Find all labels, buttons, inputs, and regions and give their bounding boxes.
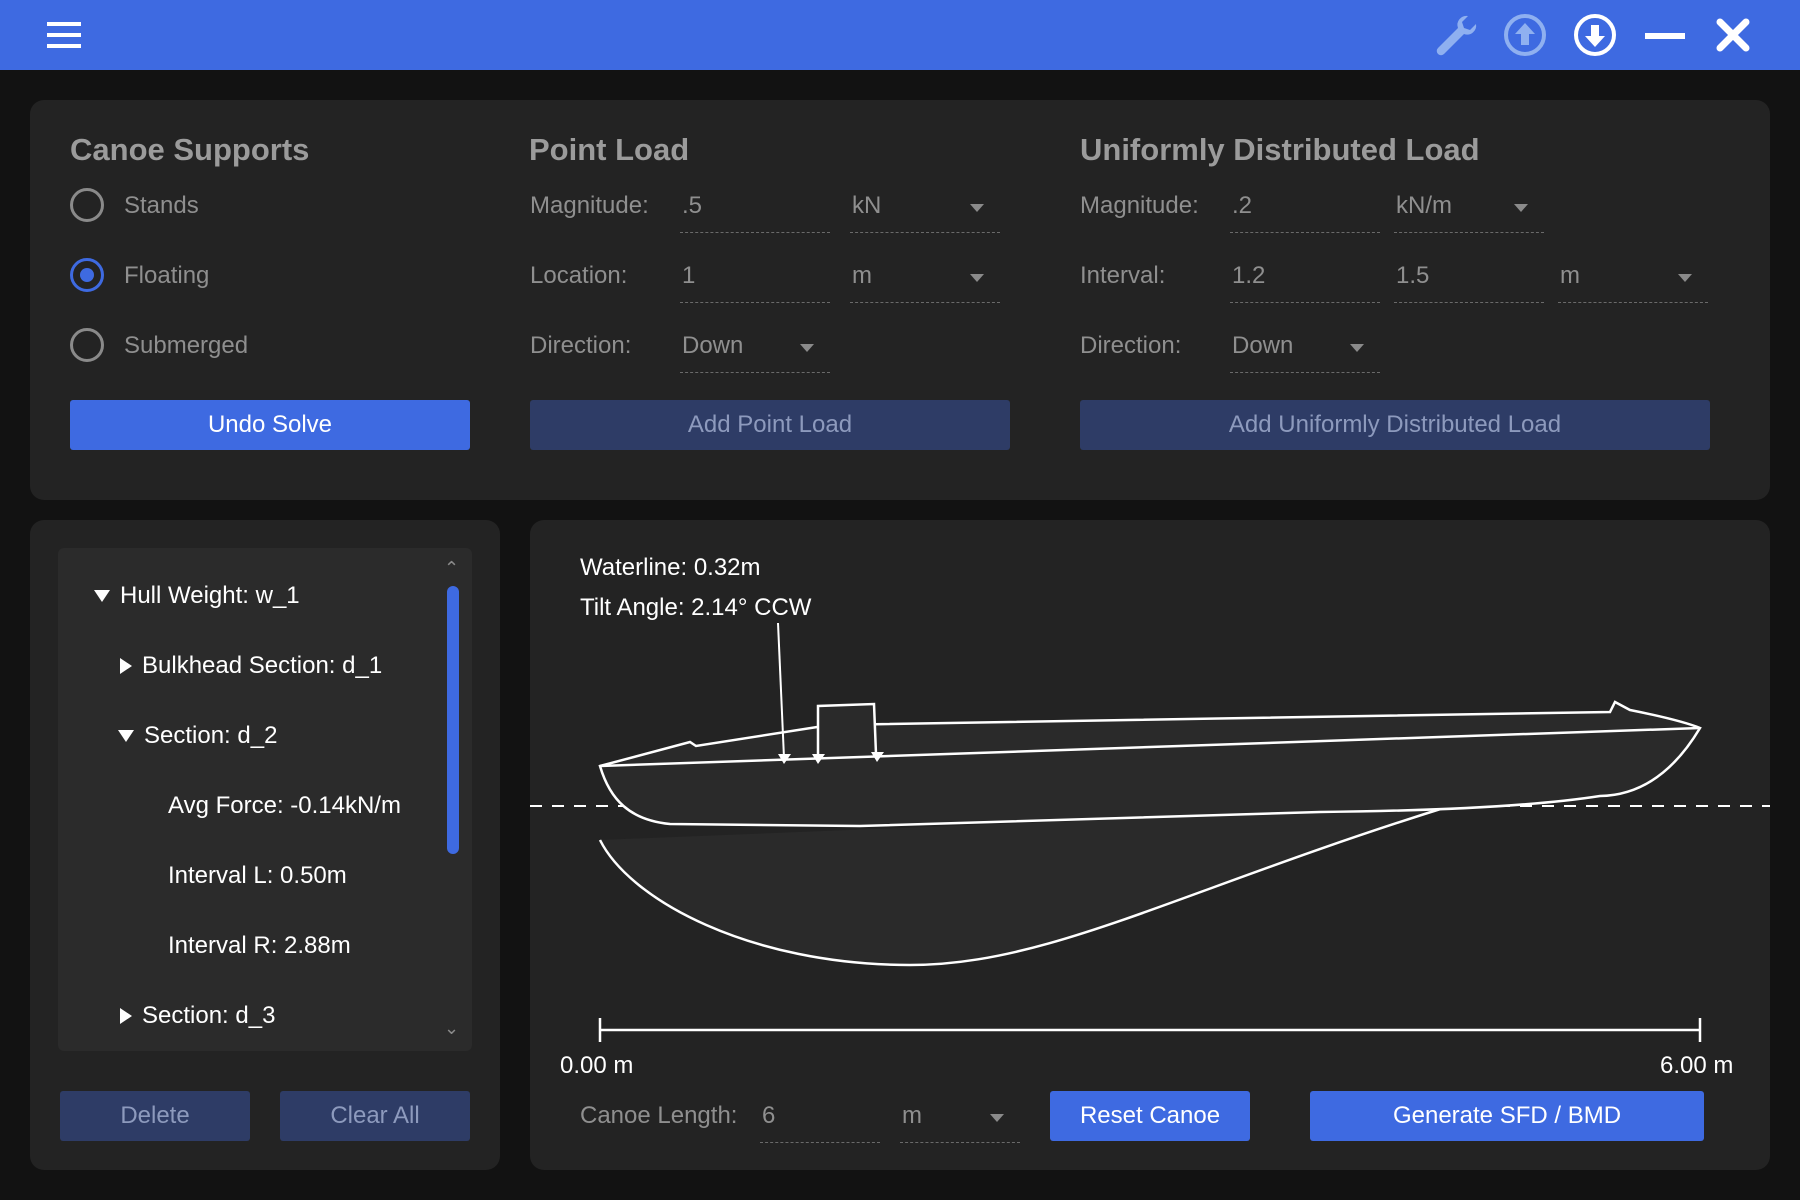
canoe-length-input[interactable]: 6 [760,1092,880,1143]
udl-interval-unit-select[interactable]: m [1558,252,1708,303]
radio-submerged-label[interactable]: Submerged [124,332,248,360]
point-location-input[interactable]: 1 [680,252,830,303]
tree-item-interval-r[interactable]: Interval R: 2.88m [168,932,351,960]
expand-triangle-icon[interactable] [94,590,110,602]
udl-interval-start-input[interactable]: 1.2 [1230,252,1380,303]
expand-triangle-icon[interactable] [118,730,134,742]
radio-floating[interactable] [70,258,104,292]
chevron-down-icon [1678,274,1692,282]
udl-interval-label: Interval: [1080,262,1166,289]
add-udl-button[interactable]: Add Uniformly Distributed Load [1080,400,1710,450]
tree-item-section-d2[interactable]: Section: d_2 [118,722,277,750]
title-bar [0,0,1800,70]
waterline-readout: Waterline: 0.32m [580,554,761,581]
udl-direction-label: Direction: [1080,332,1182,359]
udl-direction-select[interactable]: Down [1230,322,1380,373]
point-location-label: Location: [530,262,628,289]
chevron-down-icon [970,274,984,282]
load-controls-panel: Canoe Supports Stands Floating Submerged… [30,100,1770,500]
minimize-icon[interactable] [1642,12,1688,58]
supports-title: Canoe Supports [70,132,310,167]
udl-interval-end-input[interactable]: 1.5 [1394,252,1544,303]
chevron-down-icon [970,204,984,212]
point-magnitude-unit-select[interactable]: kN [850,182,1000,233]
undo-solve-button[interactable]: Undo Solve [70,400,470,450]
close-icon[interactable] [1710,12,1756,58]
tree-item-hull-weight[interactable]: Hull Weight: w_1 [94,582,300,610]
scale-end-label: 6.00 m [1660,1052,1734,1079]
canoe-length-label: Canoe Length: [580,1102,738,1129]
reset-canoe-button[interactable]: Reset Canoe [1050,1091,1250,1141]
delete-button[interactable]: Delete [60,1091,250,1141]
point-direction-label: Direction: [530,332,632,359]
point-direction-select[interactable]: Down [680,322,830,373]
tree-item-section-d3[interactable]: Section: d_3 [120,1002,275,1030]
radio-floating-label[interactable]: Floating [124,262,209,290]
scale-start-label: 0.00 m [560,1052,634,1079]
collapse-triangle-icon[interactable] [120,1008,132,1024]
tilt-readout: Tilt Angle: 2.14° CCW [580,594,812,621]
udl-magnitude-input[interactable]: .2 [1230,182,1380,233]
load-tree[interactable]: Hull Weight: w_1 Bulkhead Section: d_1 S… [58,548,472,1051]
udl-title: Uniformly Distributed Load [1080,132,1480,167]
chevron-down-icon [1350,344,1364,352]
radio-stands[interactable] [70,188,104,222]
download-circle-icon[interactable] [1572,12,1618,58]
tree-item-avg-force[interactable]: Avg Force: -0.14kN/m [168,792,401,820]
scroll-down-icon[interactable]: ⌄ [444,1018,459,1039]
radio-submerged[interactable] [70,328,104,362]
tree-item-interval-l[interactable]: Interval L: 0.50m [168,862,347,890]
udl-magnitude-label: Magnitude: [1080,192,1199,219]
canoe-length-unit-select[interactable]: m [900,1092,1020,1143]
add-point-load-button[interactable]: Add Point Load [530,400,1010,450]
tree-scrollbar[interactable] [447,586,459,854]
tree-item-bulkhead[interactable]: Bulkhead Section: d_1 [120,652,382,680]
udl-magnitude-unit-select[interactable]: kN/m [1394,182,1544,233]
clear-all-button[interactable]: Clear All [280,1091,470,1141]
scroll-up-icon[interactable]: ⌃ [444,558,459,579]
point-location-unit-select[interactable]: m [850,252,1000,303]
canoe-view-panel: Waterline: 0.32m Tilt Angle: 2.14° CCW 0… [530,520,1770,1170]
point-magnitude-input[interactable]: .5 [680,182,830,233]
chevron-down-icon [800,344,814,352]
point-load-title: Point Load [529,132,690,167]
radio-stands-label[interactable]: Stands [124,192,199,220]
upload-circle-icon[interactable] [1502,12,1548,58]
chevron-down-icon [1514,204,1528,212]
generate-sfd-bmd-button[interactable]: Generate SFD / BMD [1310,1091,1704,1141]
collapse-triangle-icon[interactable] [120,658,132,674]
point-magnitude-label: Magnitude: [530,192,649,219]
chevron-down-icon [990,1114,1004,1122]
wrench-icon[interactable] [1432,12,1478,58]
hamburger-menu-icon[interactable] [42,12,88,58]
